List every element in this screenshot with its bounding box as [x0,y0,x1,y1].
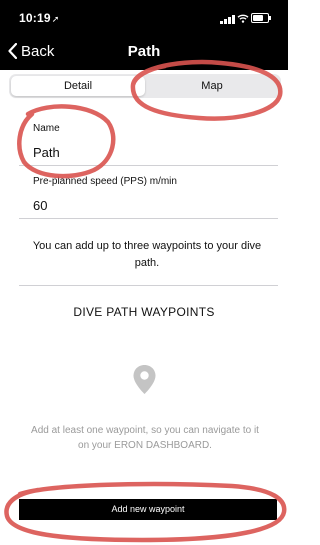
empty-waypoints-message: Add at least one waypoint, so you can na… [31,425,259,451]
speed-field[interactable]: 60 [33,198,47,213]
status-time-text: 10:19 [19,11,51,25]
status-icons [209,12,271,24]
wifi-icon [237,14,249,23]
divider [19,285,278,286]
name-field-label: Name [33,123,60,134]
location-arrow-icon: ➚ [51,14,60,24]
speed-field-label: Pre-planned speed (PPS) m/min [33,176,177,187]
waypoint-info-text: You can add up to three waypoints to you… [32,240,262,269]
signal-icon [220,14,235,24]
section-title: DIVE PATH WAYPOINTS [73,305,215,319]
name-field[interactable]: Path [33,145,60,160]
tab-detail[interactable]: Detail [11,76,145,96]
annotation-circle-name-field [17,104,116,179]
segmented-control: Detail Map [9,74,281,98]
location-pin-icon [133,365,156,394]
divider [19,165,278,166]
divider [19,218,278,219]
add-waypoint-button[interactable]: Add new waypoint [19,499,277,520]
status-time: 10:19➚ [19,11,59,25]
tab-map[interactable]: Map [145,76,279,96]
battery-icon [251,13,271,23]
page-title: Path [127,43,161,60]
top-bar: 10:19➚ Back Path [0,0,288,70]
